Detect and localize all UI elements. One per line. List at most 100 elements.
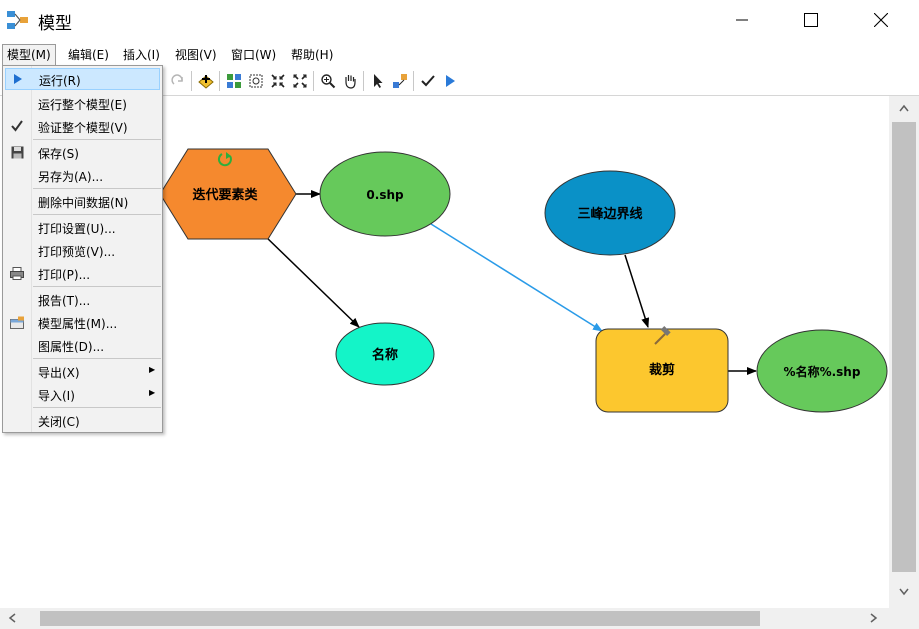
scroll-up-icon[interactable]: [899, 104, 909, 112]
menu-print-preview[interactable]: 打印预览(V)...: [3, 239, 162, 261]
name-variable-node[interactable]: 名称: [335, 322, 435, 386]
full-extent-button[interactable]: [245, 70, 267, 92]
boundary-node-label: 三峰边界线: [577, 206, 642, 222]
connector-boundary-to-clip[interactable]: [624, 254, 650, 328]
vertical-scrollbar[interactable]: [889, 96, 919, 608]
menu-print-label: 打印(P)...: [38, 268, 91, 282]
pan-hand-icon: [345, 75, 356, 89]
validate-check-icon: [421, 75, 435, 87]
auto-layout-icon: [227, 74, 241, 88]
close-window-button[interactable]: [858, 0, 904, 40]
redo-icon: [171, 74, 183, 85]
zoom-in-button[interactable]: [317, 70, 339, 92]
window-title: 模型: [38, 14, 72, 34]
menu-delete-intermediate-label: 删除中间数据(N): [38, 196, 129, 210]
menu-report-label: 报告(T)...: [38, 294, 91, 308]
menu-help[interactable]: 帮助(H): [287, 44, 337, 66]
title-bar: 模型: [0, 0, 919, 40]
menu-separator: [33, 188, 161, 189]
maximize-button[interactable]: [788, 0, 834, 40]
shp0-node-label: 0.shp: [366, 188, 404, 202]
zoom-in-icon: [321, 74, 336, 89]
menu-run-entire-model-label: 运行整个模型(E): [38, 98, 127, 112]
menu-run-label: 运行(R): [39, 74, 81, 88]
zoom-out-fixed-button[interactable]: [289, 70, 311, 92]
menu-separator: [33, 358, 161, 359]
menu-window[interactable]: 窗口(W): [227, 44, 280, 66]
menu-model-properties-label: 模型属性(M)...: [38, 317, 118, 331]
add-data-button[interactable]: [195, 70, 217, 92]
scrollbar-corner: [889, 608, 919, 629]
validate-button[interactable]: [417, 70, 439, 92]
zoom-in-fixed-icon: [271, 74, 285, 88]
minimize-icon: [736, 19, 748, 21]
toolbar-separator: [413, 71, 414, 91]
name-node-label: 名称: [372, 347, 398, 363]
menu-bar: 模型(M) 编辑(E) 插入(I) 视图(V) 窗口(W) 帮助(H): [0, 44, 919, 66]
menu-close[interactable]: 关闭(C): [3, 409, 162, 431]
clip-tool-node[interactable]: 裁剪: [595, 326, 729, 413]
menu-model-properties[interactable]: 模型属性(M)...: [3, 311, 162, 333]
minimize-button[interactable]: [719, 0, 765, 40]
toolbar-separator: [219, 71, 220, 91]
menu-separator: [33, 407, 161, 408]
select-button[interactable]: [367, 70, 389, 92]
menu-print-preview-label: 打印预览(V)...: [38, 245, 116, 259]
full-extent-icon: [249, 74, 263, 88]
zoom-out-fixed-icon: [293, 74, 307, 88]
close-icon: [874, 13, 888, 27]
menu-import[interactable]: 导入(I) ▶: [3, 383, 162, 405]
submenu-arrow-icon: ▶: [149, 388, 156, 397]
menu-delete-intermediate[interactable]: 删除中间数据(N): [3, 190, 162, 212]
connect-button[interactable]: [389, 70, 411, 92]
run-toolbar-button[interactable]: [439, 70, 461, 92]
menu-separator: [33, 214, 161, 215]
connector-iterate-to-name[interactable]: [264, 235, 360, 328]
menu-save-as[interactable]: 另存为(A)...: [3, 164, 162, 186]
horizontal-scroll-thumb[interactable]: [40, 611, 760, 626]
menu-export[interactable]: 导出(X) ▶: [3, 360, 162, 382]
scroll-right-icon[interactable]: [870, 613, 878, 623]
run-icon: [446, 75, 455, 87]
check-icon: [9, 118, 25, 134]
maximize-icon: [804, 13, 818, 27]
scroll-down-icon[interactable]: [899, 588, 909, 596]
menu-run-entire-model[interactable]: 运行整个模型(E): [3, 92, 162, 114]
connect-icon: [393, 74, 407, 88]
toolbar-separator: [191, 71, 192, 91]
menu-separator: [33, 286, 161, 287]
run-icon: [10, 71, 26, 87]
model-app-icon: [6, 8, 30, 32]
horizontal-scrollbar[interactable]: [0, 608, 889, 629]
model-properties-icon: [9, 314, 25, 330]
output-node-label: %名称%.shp: [784, 364, 861, 379]
menu-edit[interactable]: 编辑(E): [64, 44, 113, 66]
vertical-scroll-thumb[interactable]: [892, 122, 916, 572]
menu-run[interactable]: 运行(R): [5, 68, 160, 90]
menu-view[interactable]: 视图(V): [171, 44, 221, 66]
menu-insert[interactable]: 插入(I): [119, 44, 164, 66]
menu-separator: [33, 139, 161, 140]
menu-diagram-properties[interactable]: 图属性(D)...: [3, 334, 162, 356]
menu-report[interactable]: 报告(T)...: [3, 288, 162, 310]
menu-print-setup-label: 打印设置(U)...: [38, 222, 116, 236]
shp0-node[interactable]: 0.shp: [319, 151, 451, 237]
menu-model[interactable]: 模型(M): [2, 44, 56, 66]
redo-button[interactable]: [167, 70, 189, 92]
boundary-node[interactable]: 三峰边界线: [544, 170, 676, 256]
iterate-feature-class-node[interactable]: 迭代要素类: [159, 148, 297, 240]
zoom-in-fixed-button[interactable]: [267, 70, 289, 92]
menu-print[interactable]: 打印(P)...: [3, 262, 162, 284]
output-shp-node[interactable]: %名称%.shp: [756, 329, 888, 413]
auto-layout-button[interactable]: [223, 70, 245, 92]
menu-print-setup[interactable]: 打印设置(U)...: [3, 216, 162, 238]
menu-validate-model[interactable]: 验证整个模型(V): [3, 115, 162, 137]
menu-save[interactable]: 保存(S): [3, 141, 162, 163]
scroll-left-icon[interactable]: [8, 613, 16, 623]
menu-save-label: 保存(S): [38, 147, 79, 161]
save-icon: [9, 144, 25, 160]
pan-button[interactable]: [339, 70, 361, 92]
select-pointer-icon: [374, 74, 383, 88]
menu-validate-model-label: 验证整个模型(V): [38, 121, 128, 135]
add-data-icon: [198, 75, 214, 89]
